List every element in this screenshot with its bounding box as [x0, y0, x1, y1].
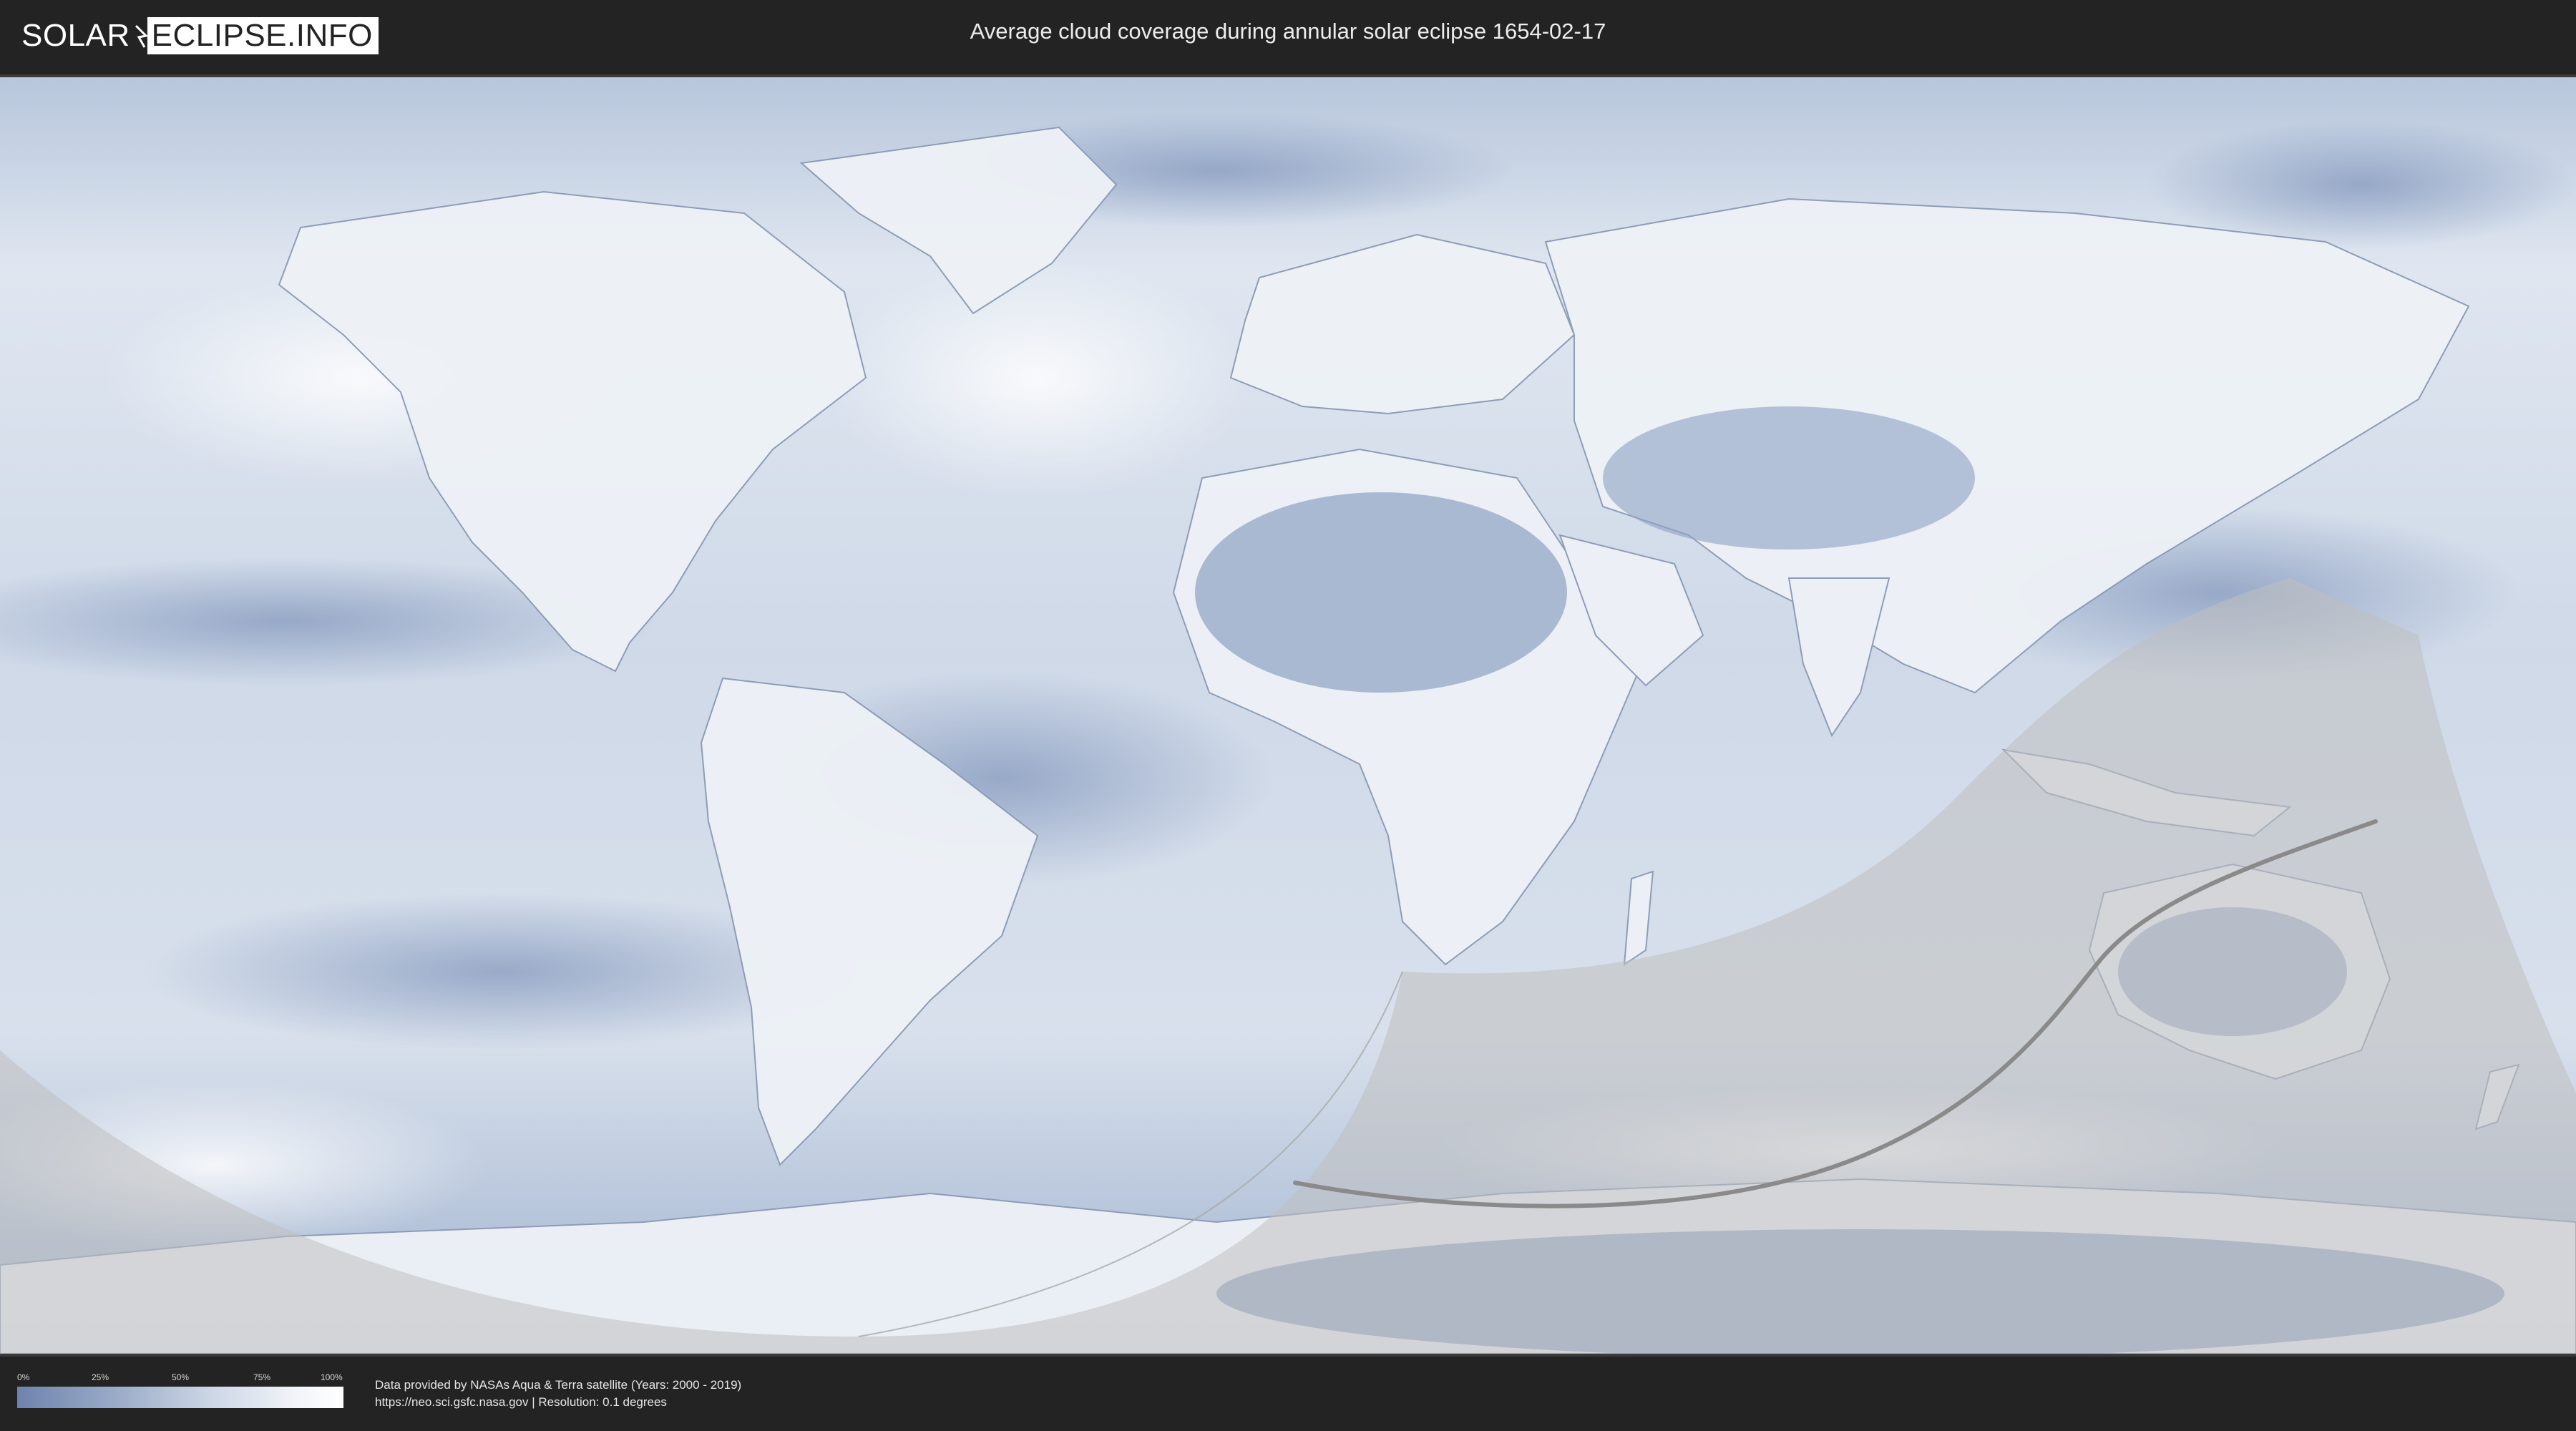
footer-bar: 0% 25% 50% 75% 100% Data provided by NAS… — [0, 1357, 2576, 1431]
credits-line-url: https://neo.sci.gsfc.nasa.gov | Resoluti… — [375, 1395, 667, 1409]
legend-gradient-bar — [17, 1387, 343, 1408]
legend-tick-25: 25% — [92, 1372, 109, 1382]
header-bar: SOLAR ECLIPSE.INFO Average cloud coverag… — [0, 0, 2576, 72]
credits-line-source: Data provided by NASAs Aqua & Terra sate… — [375, 1378, 742, 1392]
cloud-legend: 0% 25% 50% 75% 100% — [17, 1372, 343, 1408]
legend-tick-100: 100% — [321, 1372, 343, 1382]
legend-ticks: 0% 25% 50% 75% 100% — [17, 1372, 343, 1384]
legend-tick-50: 50% — [172, 1372, 190, 1382]
page-title: Average cloud coverage during annular so… — [970, 19, 1606, 44]
data-credits: Data provided by NASAs Aqua & Terra sate… — [375, 1377, 741, 1411]
legend-tick-0: 0% — [17, 1372, 30, 1382]
legend-tick-75: 75% — [253, 1372, 271, 1382]
cloud-coverage-map[interactable] — [0, 74, 2576, 1357]
